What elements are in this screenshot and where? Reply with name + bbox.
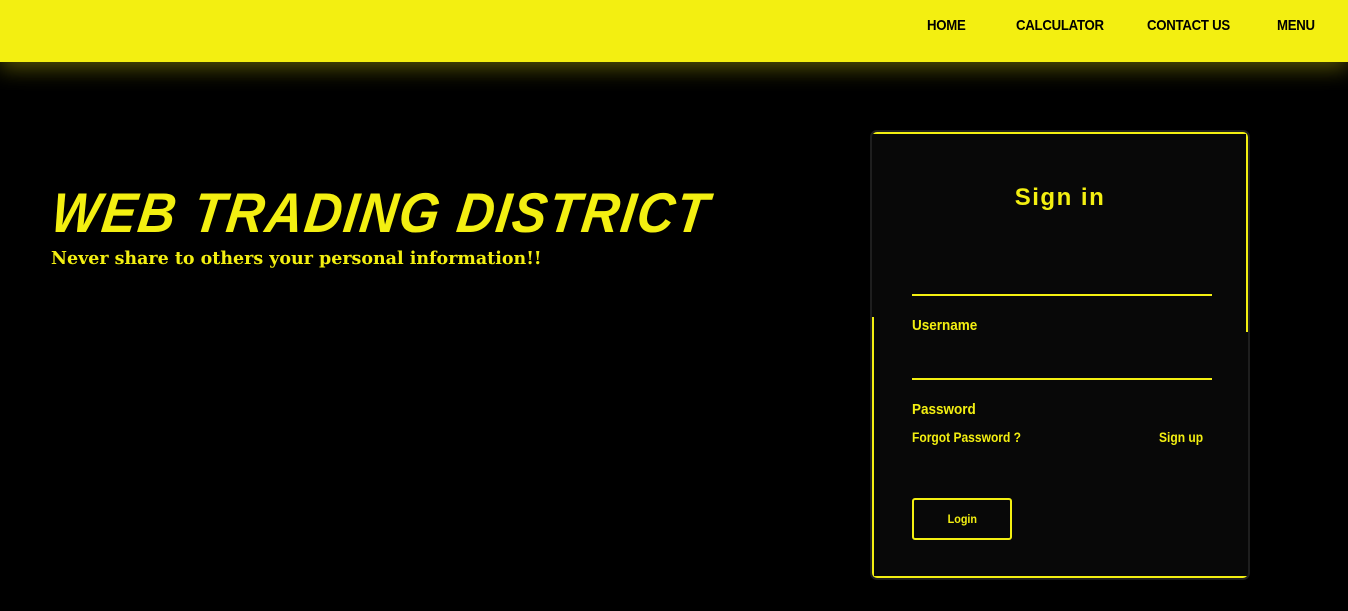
forgot-password-link[interactable]: Forgot Password ? bbox=[912, 429, 1021, 445]
top-navbar: HOME CALCULATOR CONTACT US MENU bbox=[0, 0, 1348, 62]
sign-in-title: Sign in bbox=[1014, 184, 1106, 211]
nav-contact-us-link[interactable]: CONTACT US bbox=[1147, 17, 1230, 34]
site-title: WEB TRADING DISTRICT bbox=[47, 181, 714, 244]
panel-border-left-accent bbox=[872, 317, 874, 578]
password-underline bbox=[912, 378, 1212, 380]
username-underline bbox=[912, 294, 1212, 296]
panel-border-top-accent bbox=[872, 132, 1248, 134]
panel-border-bottom-accent bbox=[872, 576, 1248, 578]
nav-menu-link[interactable]: MENU bbox=[1277, 17, 1315, 34]
password-input[interactable] bbox=[912, 348, 1212, 376]
password-label: Password bbox=[912, 401, 976, 418]
login-button-label: Login bbox=[947, 512, 977, 526]
username-label: Username bbox=[912, 317, 978, 334]
sign-in-panel: Sign in Username Password Forgot Passwor… bbox=[870, 130, 1250, 580]
nav-calculator-link[interactable]: CALCULATOR bbox=[1016, 17, 1104, 34]
panel-border-right-accent bbox=[1246, 132, 1248, 332]
username-input[interactable] bbox=[912, 264, 1212, 292]
sign-up-link[interactable]: Sign up bbox=[1159, 429, 1203, 445]
site-subtitle: Never share to others your personal info… bbox=[51, 248, 542, 269]
login-button[interactable]: Login bbox=[912, 498, 1012, 540]
nav-home-link[interactable]: HOME bbox=[927, 17, 966, 34]
